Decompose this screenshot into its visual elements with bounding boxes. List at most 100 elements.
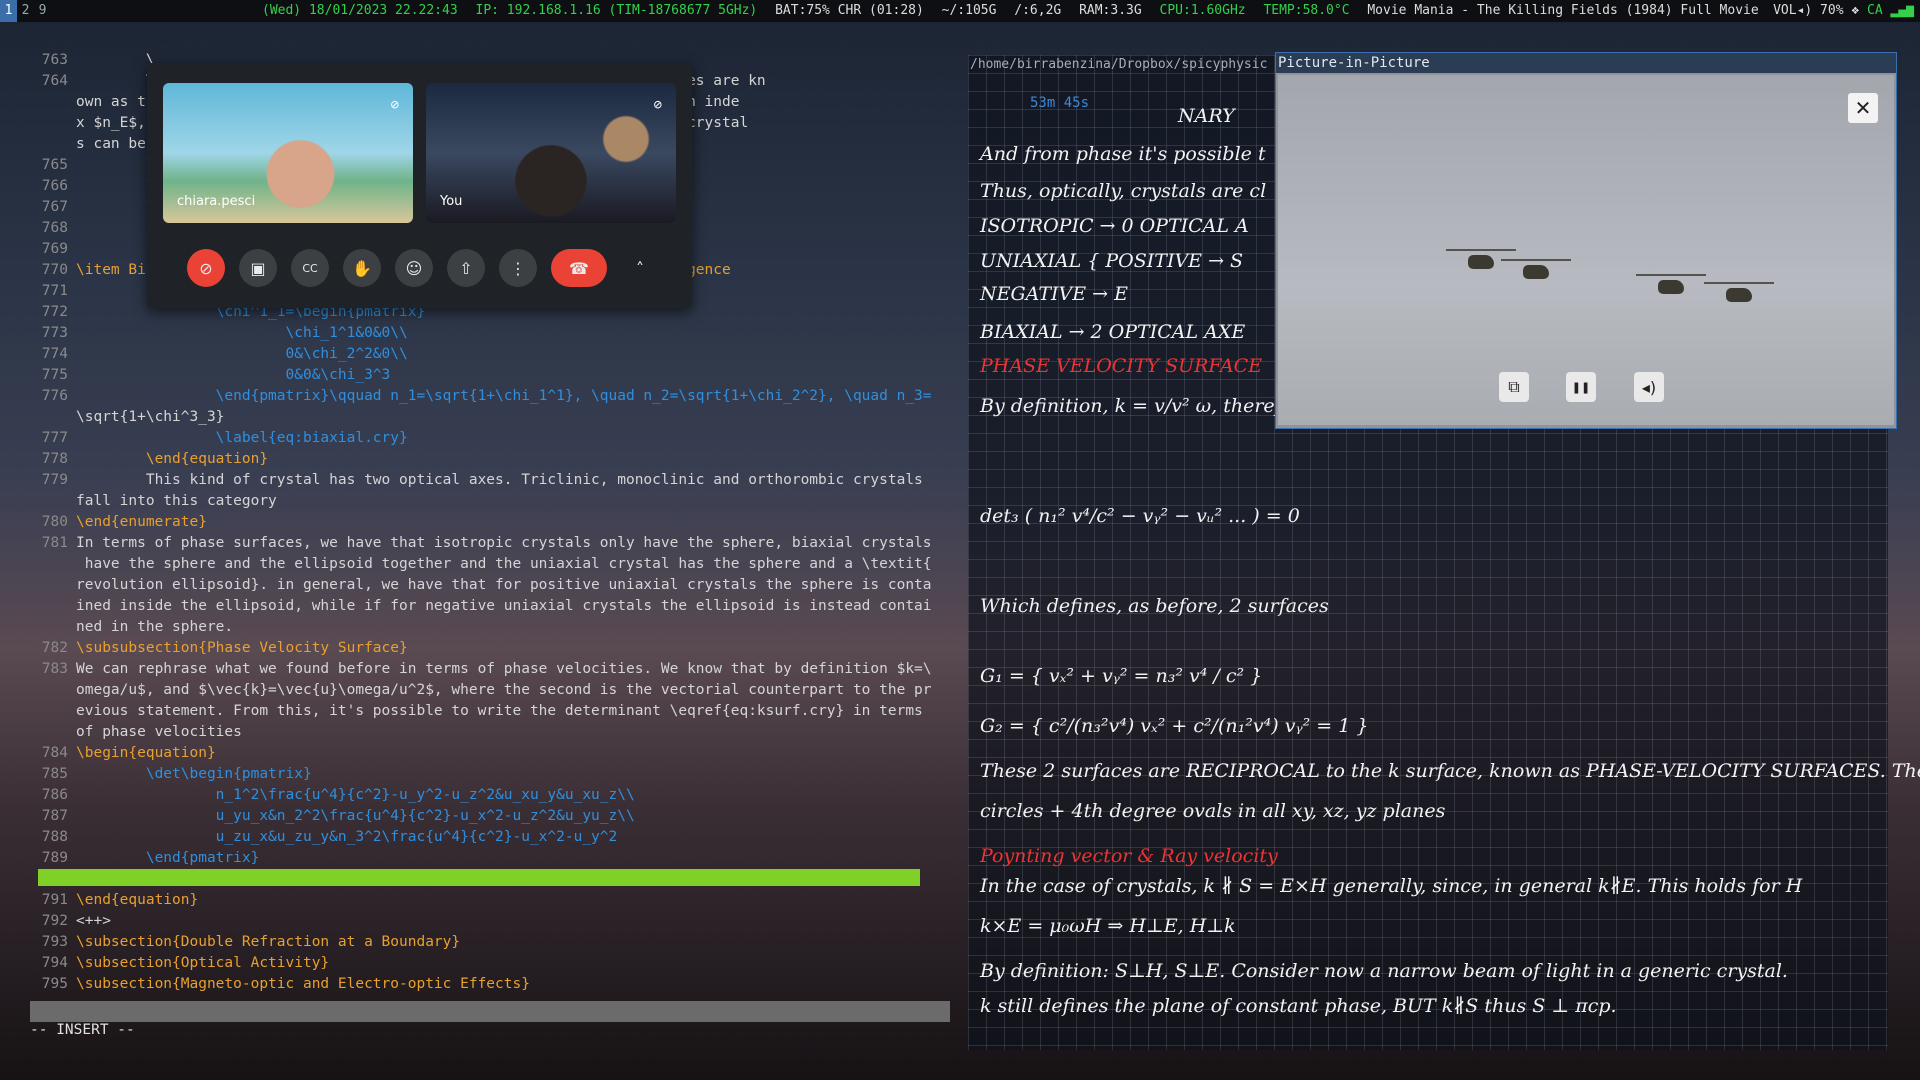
line-text: 0&0&\chi_3^3 (76, 367, 391, 383)
line-text: of phase velocities (76, 724, 242, 740)
notes-heading: Poynting vector & Ray velocity (980, 845, 1278, 867)
participant-tile-chiara[interactable]: ⊘ chiara.pesci (163, 83, 413, 223)
volume-button[interactable]: ◂) (1634, 372, 1664, 402)
raise-hand-button[interactable]: ✋ (343, 249, 381, 287)
mic-toggle-button[interactable]: ⊘ (187, 249, 225, 287)
pause-icon: ❚❚ (1571, 380, 1591, 394)
line-number: 778 (41, 451, 68, 467)
line-number (30, 596, 76, 617)
code-line[interactable]: 779 This kind of crystal has two optical… (30, 470, 950, 491)
line-number: 772 (41, 304, 68, 320)
notes-line: NARY (1178, 105, 1235, 127)
line-number: 791 (41, 892, 68, 908)
more-options-button[interactable]: ⋮ (499, 249, 537, 287)
volume-status[interactable]: VOL◂) 70% (1773, 3, 1843, 18)
notes-line: These 2 surfaces are RECIPROCAL to the k… (980, 760, 1920, 782)
line-number (30, 92, 76, 113)
notes-line: Which defines, as before, 2 surfaces (980, 595, 1329, 617)
code-line[interactable]: 784 \begin{equation} (30, 743, 950, 764)
line-number: 777 (41, 430, 68, 446)
reactions-button[interactable]: ☺ (395, 249, 433, 287)
workspace-2[interactable]: 2 (17, 0, 34, 22)
code-line[interactable]: 791 \end{equation} (30, 890, 950, 911)
hang-up-button[interactable]: ☎ (551, 249, 607, 287)
line-number: 795 (41, 976, 68, 992)
pip-title: Picture-in-Picture (1276, 53, 1896, 73)
code-line[interactable]: fall into this category (30, 491, 950, 512)
code-line[interactable]: revolution ellipsoid}. in general, we ha… (30, 575, 950, 596)
notes-line: And from phase it's possible t (980, 143, 1266, 165)
notes-line: circles + 4th degree ovals in all xy, xz… (980, 800, 1446, 822)
more-options-icon: ⋮ (510, 258, 526, 278)
line-text: This kind of crystal has two optical axe… (76, 472, 923, 488)
chevron-up-icon: ˄ (636, 258, 644, 278)
back-to-tab-button[interactable]: ⧉ (1499, 372, 1529, 402)
code-line[interactable]: 794 \subsection{Optical Activity} (30, 953, 950, 974)
workspace-9[interactable]: 9 (34, 0, 51, 22)
code-line[interactable]: 785 \det\begin{pmatrix} (30, 764, 950, 785)
ram-status: RAM:3.3G (1079, 3, 1142, 18)
video-frame[interactable]: ✕ ⧉ ❚❚ ◂) (1278, 75, 1894, 425)
code-line[interactable]: 793 \subsection{Double Refraction at a Bo… (30, 932, 950, 953)
code-line[interactable]: 783 We can rephrase what we found before … (30, 659, 950, 680)
code-line[interactable]: 788 u_zu_x&u_zu_y&n_3^2\frac{u^4}{c^2}-u… (30, 827, 950, 848)
captions-button[interactable]: CC (291, 249, 329, 287)
code-line[interactable]: 777 \label{eq:biaxial.cry} (30, 428, 950, 449)
workspace-1[interactable]: 1 (0, 0, 17, 22)
code-line[interactable]: evious statement. From this, it's possib… (30, 701, 950, 722)
tray-ca[interactable]: CA (1867, 3, 1883, 18)
line-number: 781 (41, 535, 68, 551)
code-line[interactable]: 780 \end{enumerate} (30, 512, 950, 533)
present-button[interactable]: ⇧ (447, 249, 485, 287)
code-line[interactable]: \sqrt{1+\chi^3_3} (30, 407, 950, 428)
code-line[interactable]: 773 \chi_1^1&0&0\\ (30, 323, 950, 344)
code-line[interactable]: 795 \subsection{Magneto-optic and Electro… (30, 974, 950, 995)
line-text: evious statement. From this, it's possib… (76, 703, 923, 719)
notes-line: BIAXIAL → 2 OPTICAL AXE (980, 321, 1246, 343)
code-line[interactable]: 781 In terms of phase surfaces, we have t… (30, 533, 950, 554)
line-text: s can be (76, 136, 146, 152)
line-text: u_zu_x&u_zu_y&n_3^2\frac{u^4}{c^2}-u_x^2… (76, 829, 618, 845)
line-text: \subsection{Optical Activity} (76, 955, 330, 971)
line-text: u_yu_x&n_2^2\frac{u^4}{c^2}-u_x^2-u_z^2&… (76, 808, 635, 824)
participant-name: chiara.pesci (177, 194, 256, 209)
code-line[interactable]: 775 0&0&\chi_3^3 (30, 365, 950, 386)
code-line[interactable]: 776 \end{pmatrix}\qquad n_1=\sqrt{1+\chi… (30, 386, 950, 407)
notes-line: Thus, optically, crystals are cl (980, 180, 1267, 202)
line-number (30, 722, 76, 743)
helicopter (1636, 274, 1706, 294)
cursor-line (38, 869, 920, 886)
line-text: \chi_1^1&0&0\\ (76, 325, 408, 341)
dropbox-icon[interactable]: ❖ (1851, 3, 1859, 18)
line-number: 783 (41, 661, 68, 677)
code-line[interactable]: have the sphere and the ellipsoid togeth… (30, 554, 950, 575)
code-line[interactable]: omega/u$, and $\vec{k}=\vec{u}\omega/u^2… (30, 680, 950, 701)
code-line[interactable]: of phase velocities (30, 722, 950, 743)
line-number (30, 617, 76, 638)
line-number: 793 (41, 934, 68, 950)
camera-toggle-button[interactable]: ▣ (239, 249, 277, 287)
call-controls: ⊘ ▣ CC ✋ ☺ ⇧ ⋮ ☎ ˄ (187, 248, 673, 288)
code-line[interactable]: 789 \end{pmatrix} (30, 848, 950, 869)
cpu-status: CPU:1.60GHz (1159, 3, 1246, 18)
participant-tile-you[interactable]: ⊘ You (426, 83, 676, 223)
picture-in-picture-window[interactable]: Picture-in-Picture ✕ ⧉ ❚❚ ◂) (1275, 52, 1897, 429)
emoji-icon: ☺ (405, 258, 423, 278)
code-line[interactable]: 786 n_1^2\frac{u^4}{c^2}-u_y^2-u_z^2&u_x… (30, 785, 950, 806)
line-number: 792 (41, 913, 68, 929)
notes-line: ISOTROPIC → 0 OPTICAL A (980, 215, 1249, 237)
code-line[interactable]: ined inside the ellipsoid, while if for … (30, 596, 950, 617)
close-button[interactable]: ✕ (1848, 93, 1878, 123)
expand-button[interactable]: ˄ (621, 249, 659, 287)
code-line[interactable]: 782 \subsubsection{Phase Velocity Surface… (30, 638, 950, 659)
line-text: \label{eq:biaxial.cry} (76, 430, 408, 446)
code-line[interactable]: 778 \end{equation} (30, 449, 950, 470)
code-line[interactable]: ned in the sphere. (30, 617, 950, 638)
pause-button[interactable]: ❚❚ (1566, 372, 1596, 402)
code-line[interactable]: 787 u_yu_x&n_2^2\frac{u^4}{c^2}-u_x^2-u_… (30, 806, 950, 827)
code-line[interactable]: 792 <++> (30, 911, 950, 932)
line-number: 789 (41, 850, 68, 866)
hang-up-icon: ☎ (569, 258, 589, 278)
video-call-window[interactable]: ⊘ chiara.pesci ⊘ You ⊘ ▣ CC ✋ ☺ ⇧ ⋮ ☎ ˄ (147, 63, 692, 308)
code-line[interactable]: 774 0&\chi_2^2&0\\ (30, 344, 950, 365)
